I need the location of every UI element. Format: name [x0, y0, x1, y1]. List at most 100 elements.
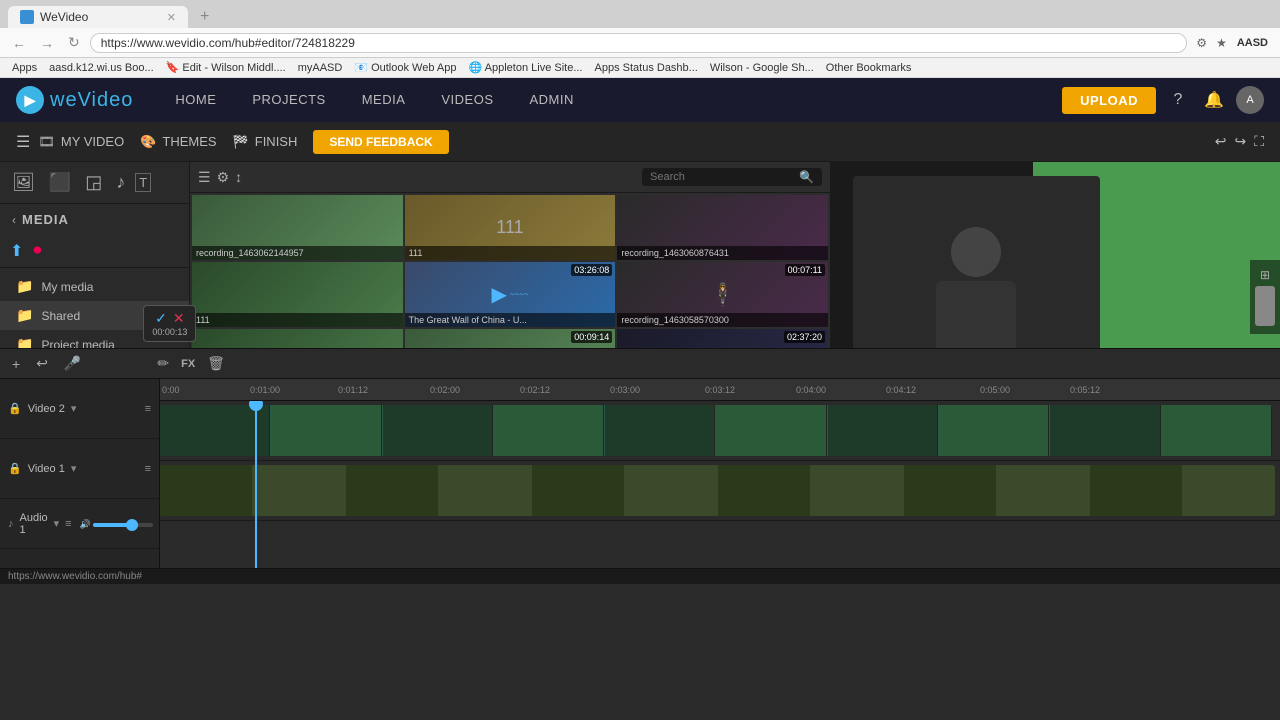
upload-button[interactable]: UPLOAD	[1062, 87, 1156, 114]
clip-frame	[439, 465, 531, 516]
shared-label: Shared	[41, 309, 80, 323]
themes-button[interactable]: 🎨 THEMES	[140, 134, 216, 150]
undo-button[interactable]: ↩	[1215, 133, 1227, 150]
nav-admin[interactable]: ADMIN	[512, 78, 592, 122]
track-name-video1: Video 1	[28, 463, 65, 475]
browser-url-bar: ← → ↻ ⚙ ★ AASD	[0, 28, 1280, 58]
video1-clip[interactable]	[160, 465, 1275, 516]
delete-tool-button[interactable]: 🗑	[203, 353, 229, 374]
media-thumb-5[interactable]: ▶~~~~ 03:26:08 The Great Wall of China -…	[405, 262, 616, 327]
media-tool-button[interactable]: 🖼	[8, 170, 39, 195]
track-collapse-video1[interactable]: ▾	[71, 462, 77, 475]
media-thumb-8[interactable]: 😊 00:09:14 recording_1462558792000	[405, 329, 616, 348]
text-tool-button[interactable]: T	[135, 173, 151, 192]
extension-icon-2[interactable]: ★	[1213, 35, 1230, 51]
project-media-label: Project media	[41, 338, 114, 349]
media-thumb-3[interactable]: recording_1463060876431	[617, 195, 828, 260]
tab-favicon	[20, 10, 34, 24]
bookmark-myaasd[interactable]: myAASD	[294, 61, 347, 75]
clip-frame	[716, 405, 826, 456]
track-menu-audio1[interactable]: ≡	[65, 518, 71, 530]
fullscreen-button[interactable]: ⛶	[1254, 133, 1264, 150]
fx-button[interactable]: FX	[177, 356, 199, 372]
track-menu-video2[interactable]: ≡	[145, 403, 151, 415]
hamburger-button[interactable]: ☰	[16, 132, 30, 152]
track-menu-video1[interactable]: ≡	[145, 463, 151, 475]
status-url: https://www.wevidio.com/hub#	[8, 571, 142, 582]
grid-list-toggle[interactable]: ☰	[198, 169, 211, 186]
bookmark-other[interactable]: Other Bookmarks	[822, 61, 916, 75]
bookmark-apps-status[interactable]: Apps Status Dashb...	[591, 61, 702, 75]
new-tab-button[interactable]: +	[192, 6, 217, 28]
back-button[interactable]: ←	[8, 33, 30, 53]
pencil-tool-button[interactable]: ✏	[153, 353, 173, 374]
music-tool-button[interactable]: ♪	[112, 170, 129, 195]
help-icon-button[interactable]: ?	[1164, 86, 1192, 114]
extension-icon[interactable]: ⚙	[1193, 35, 1210, 51]
track-row-audio1	[160, 521, 1280, 568]
grid-sort-button[interactable]: ↕	[235, 169, 242, 185]
thumb-duration-6: 00:07:11	[785, 264, 825, 276]
media-upload-button[interactable]: ⬆	[8, 239, 25, 263]
bookmark-edit[interactable]: 🔖 Edit - Wilson Middl....	[162, 60, 290, 75]
media-thumb-2[interactable]: 111 111	[405, 195, 616, 260]
ruler-2: 0:01:12	[338, 385, 368, 395]
finish-button[interactable]: 🏁 FINISH	[233, 134, 298, 150]
notifications-button[interactable]: 🔔	[1200, 86, 1228, 114]
playhead[interactable]	[255, 401, 257, 568]
pin-check-icon[interactable]: ✓	[155, 310, 167, 327]
nav-projects[interactable]: PROJECTS	[234, 78, 343, 122]
bookmark-aasd[interactable]: aasd.k12.wi.us Boo...	[45, 61, 158, 75]
media-thumb-4[interactable]: 111	[192, 262, 403, 327]
user-avatar[interactable]: A	[1236, 86, 1264, 114]
media-search-box: 🔍	[642, 168, 822, 186]
grid-filter-button[interactable]: ⚙	[217, 169, 230, 186]
video2-clip[interactable]	[160, 405, 1272, 456]
transitions-tool-button[interactable]: ⬛	[45, 170, 75, 195]
themes-label: THEMES	[162, 134, 216, 149]
browser-tab-bar: WeVideo ✕ +	[0, 0, 1280, 28]
nav-media[interactable]: MEDIA	[344, 78, 424, 122]
clip-frame	[828, 405, 938, 456]
nav-home[interactable]: HOME	[157, 78, 234, 122]
nav-videos[interactable]: VIDEOS	[423, 78, 511, 122]
media-thumb-7[interactable]: 20090529_Great_Wall_8185	[192, 329, 403, 348]
timeline-add-button[interactable]: +	[8, 354, 24, 374]
tab-close-icon[interactable]: ✕	[167, 11, 176, 24]
refresh-button[interactable]: ↻	[64, 32, 84, 53]
thumb-label-4: 111	[192, 313, 403, 327]
bookmark-wilson[interactable]: Wilson - Google Sh...	[706, 61, 818, 75]
media-back-button[interactable]: ‹	[12, 213, 16, 227]
timeline-undo-button[interactable]: ↩	[32, 353, 52, 374]
browser-tab-active[interactable]: WeVideo ✕	[8, 6, 188, 28]
thumb-label-3: recording_1463060876431	[617, 246, 828, 260]
media-thumb-1[interactable]: recording_1463062144957	[192, 195, 403, 260]
timeline-panel: + ↩ 🎤 ✓ ✕ 00:00:13 ✏ FX 🗑	[0, 348, 1280, 568]
timeline-mic-button[interactable]: 🎤	[60, 353, 85, 374]
track-collapse-video2[interactable]: ▾	[71, 402, 77, 415]
media-record-button[interactable]: ⏺	[31, 240, 43, 262]
search-input[interactable]	[650, 171, 799, 183]
media-thumb-9[interactable]: Raiders Recycle 02:37:20 1-22-16 Wilson …	[617, 329, 828, 348]
track-label-video2: 🔒 Video 2 ▾ ≡	[0, 379, 159, 439]
redo-button[interactable]: ↪	[1234, 133, 1246, 150]
bookmark-apps[interactable]: Apps	[8, 61, 41, 75]
pin-x-icon[interactable]: ✕	[173, 310, 185, 327]
bookmark-outlook[interactable]: 📧 Outlook Web App	[350, 60, 460, 75]
track-lock-icon-video2[interactable]: 🔒	[8, 402, 22, 415]
clip-frame	[271, 405, 381, 456]
user-badge[interactable]: AASD	[1233, 37, 1272, 49]
my-video-button[interactable]: 🎞 MY VIDEO	[38, 134, 124, 150]
url-input[interactable]	[90, 33, 1188, 53]
media-thumb-6[interactable]: 🕴 00:07:11 recording_1463058570300	[617, 262, 828, 327]
media-nav-my-media[interactable]: 📁 My media	[0, 272, 189, 301]
preview-crop-icon[interactable]: ⊞	[1260, 268, 1270, 282]
bookmark-appleton[interactable]: 🌐 Appleton Live Site...	[465, 60, 587, 75]
feedback-button[interactable]: SEND FEEDBACK	[313, 130, 448, 154]
clip-frame	[811, 465, 903, 516]
preview-video: ⊞	[830, 162, 1280, 348]
forward-button[interactable]: →	[36, 33, 58, 53]
effects-tool-button[interactable]: ◲	[81, 170, 106, 195]
track-lock-icon-video1[interactable]: 🔒	[8, 462, 22, 475]
track-collapse-audio1[interactable]: ▾	[54, 517, 60, 530]
